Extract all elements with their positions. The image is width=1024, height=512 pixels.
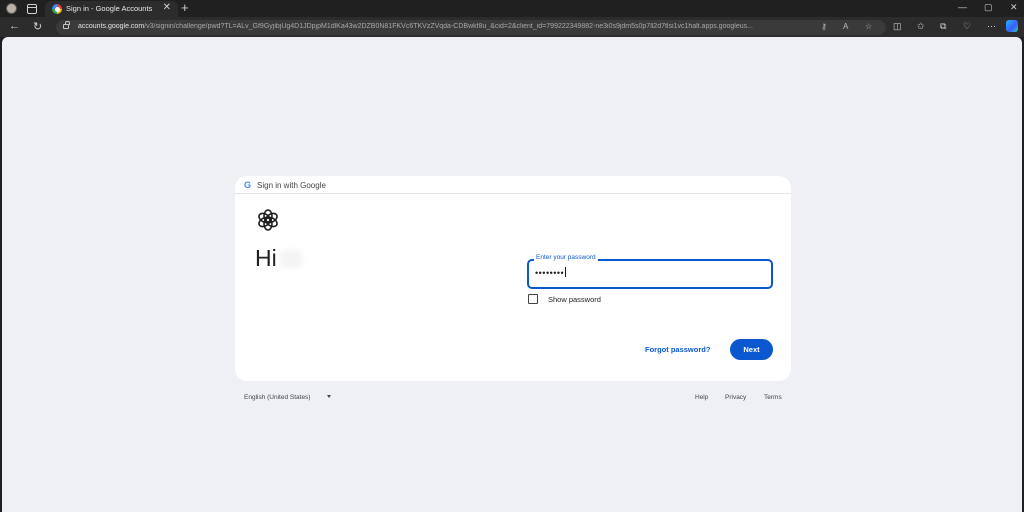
tab-strip: Sign in - Google Accounts ✕ + — ▢ ✕ [0,0,1024,17]
lock-icon[interactable] [63,21,70,29]
copilot-icon[interactable] [1006,20,1018,32]
terms-link[interactable]: Terms [764,394,782,401]
favorites-icon[interactable]: ✩ [917,21,925,32]
forgot-password-link[interactable]: Forgot password? [645,345,710,354]
url-text: accounts.google.com/v3/signin/challenge/… [78,23,808,30]
google-g-icon: G [244,180,252,190]
help-link[interactable]: Help [695,394,708,401]
password-field[interactable]: Enter your password •••••••• [527,254,773,289]
password-field-label: Enter your password [534,254,598,261]
show-password-checkbox[interactable] [528,294,538,304]
privacy-link[interactable]: Privacy [725,394,746,401]
favorite-star-icon[interactable]: ☆ [865,22,872,31]
show-password-label[interactable]: Show password [548,295,601,304]
text-caret [565,267,567,277]
more-options-icon[interactable]: ⋯ [987,21,996,32]
google-favicon-icon [52,4,62,14]
blurred-name [280,250,302,268]
new-tab-icon[interactable]: + [181,0,189,15]
tab-title: Sign in - Google Accounts [66,4,153,13]
key-icon[interactable]: ⚷ [821,22,827,31]
browser-toolbar: ← ↻ accounts.google.com/v3/signin/challe… [0,17,1024,37]
card-header-title: Sign in with Google [257,181,326,190]
tab-active[interactable]: Sign in - Google Accounts ✕ [45,1,178,17]
next-button[interactable]: Next [730,339,773,360]
password-value: •••••••• [535,268,565,278]
greeting-heading: Hi [255,245,277,271]
tab-actions-icon[interactable] [27,4,37,14]
password-input[interactable]: •••••••• [535,267,567,278]
back-icon[interactable]: ← [9,20,20,32]
close-window-icon[interactable]: ✕ [1010,2,1018,13]
minimize-icon[interactable]: — [958,2,967,12]
refresh-icon[interactable]: ↻ [33,20,42,33]
address-bar[interactable]: accounts.google.com/v3/signin/challenge/… [56,20,886,35]
read-aloud-icon[interactable]: A [843,22,848,31]
profile-avatar-icon[interactable] [6,3,17,14]
url-host: accounts.google.com [78,23,145,30]
maximize-icon[interactable]: ▢ [984,2,993,13]
card-header: G Sign in with Google [235,176,791,194]
language-select[interactable]: English (United States) [244,394,310,401]
tab-close-icon[interactable]: ✕ [163,2,171,13]
chevron-down-icon[interactable] [327,395,331,398]
collections-icon[interactable]: ⧉ [940,21,946,32]
url-path: /v3/signin/challenge/pwd?TL=ALv_Gf9Gyjib… [144,23,753,30]
page-body: G Sign in with Google Hi Enter your pass… [2,37,1022,512]
openai-logo-icon [258,209,278,231]
browser-essentials-icon[interactable]: ♡ [963,21,971,32]
split-screen-icon[interactable]: ◫ [893,21,902,32]
signin-card: G Sign in with Google Hi Enter your pass… [235,176,791,381]
